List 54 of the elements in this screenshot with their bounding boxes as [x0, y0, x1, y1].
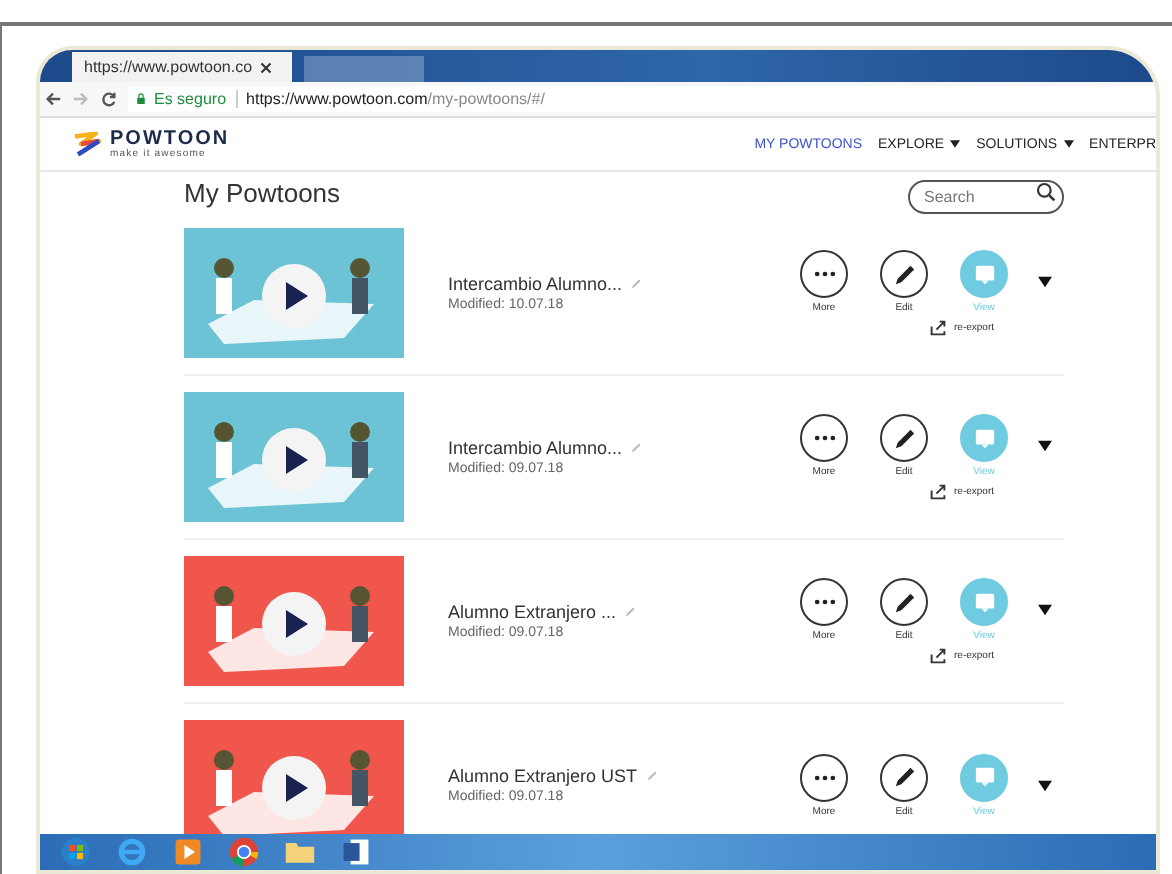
pencil-icon [893, 263, 915, 285]
edit-button[interactable] [880, 414, 928, 462]
edit-button[interactable] [880, 578, 928, 626]
pencil-icon [893, 766, 915, 788]
page-title: My Powtoons [184, 177, 341, 207]
more-dots-icon [813, 598, 835, 606]
video-thumbnail[interactable] [184, 392, 404, 522]
more-button[interactable] [800, 578, 848, 626]
speech-bubble-icon [973, 591, 995, 613]
caret-icon[interactable] [1038, 440, 1052, 452]
back-icon[interactable] [44, 90, 62, 108]
browser-tab[interactable]: https://www.powtoon.co [72, 52, 292, 82]
dropdown-caret-icon[interactable] [1063, 140, 1074, 148]
caret-icon[interactable] [1038, 779, 1052, 791]
more-button[interactable] [800, 414, 848, 462]
logo-text: POWTOON [110, 129, 230, 149]
url-text: https://www.powtoon.com/my-powtoons/#/ [246, 90, 545, 108]
search-icon[interactable] [1036, 181, 1056, 201]
export-icon [930, 484, 946, 500]
caret-icon[interactable] [1038, 276, 1052, 288]
pencil-icon [893, 427, 915, 449]
close-icon[interactable] [260, 61, 273, 73]
more-button[interactable] [800, 753, 848, 801]
export-icon [930, 320, 946, 336]
more-dots-icon [813, 270, 835, 278]
speech-bubble-icon [973, 427, 995, 449]
export-icon [930, 648, 946, 664]
start-orb-icon[interactable] [60, 836, 92, 868]
lock-icon [136, 92, 146, 106]
secure-label: Es seguro [154, 90, 239, 108]
powtoon-title[interactable]: Alumno Extranjero UST [448, 766, 638, 786]
dropdown-caret-icon[interactable] [950, 140, 961, 148]
pencil-icon [893, 591, 915, 613]
search-field[interactable]: Search [908, 179, 1064, 213]
edit-button[interactable] [880, 753, 928, 801]
edit-button[interactable] [880, 250, 928, 298]
powtoon-title[interactable]: Alumno Extranjero ... [448, 602, 617, 622]
video-thumbnail[interactable] [184, 556, 404, 686]
speech-bubble-icon [973, 766, 995, 788]
caret-icon[interactable] [1038, 604, 1052, 616]
powtoon-title[interactable]: Intercambio Alumno... [448, 274, 623, 294]
word-icon[interactable] [340, 836, 372, 868]
address-bar[interactable]: Es seguro https://www.powtoon.com/my-powtoons/#/ [128, 86, 1156, 112]
logo-icon [72, 132, 102, 156]
media-player-icon[interactable] [172, 836, 204, 868]
video-thumbnail[interactable] [184, 720, 404, 834]
more-button[interactable] [800, 250, 848, 298]
video-thumbnail[interactable] [184, 228, 404, 358]
speech-bubble-icon [973, 263, 995, 285]
reload-icon[interactable] [100, 90, 118, 108]
more-dots-icon [813, 773, 835, 781]
powtoon-title[interactable]: Intercambio Alumno... [448, 438, 623, 458]
more-dots-icon [813, 434, 835, 442]
chrome-icon[interactable] [228, 836, 260, 868]
